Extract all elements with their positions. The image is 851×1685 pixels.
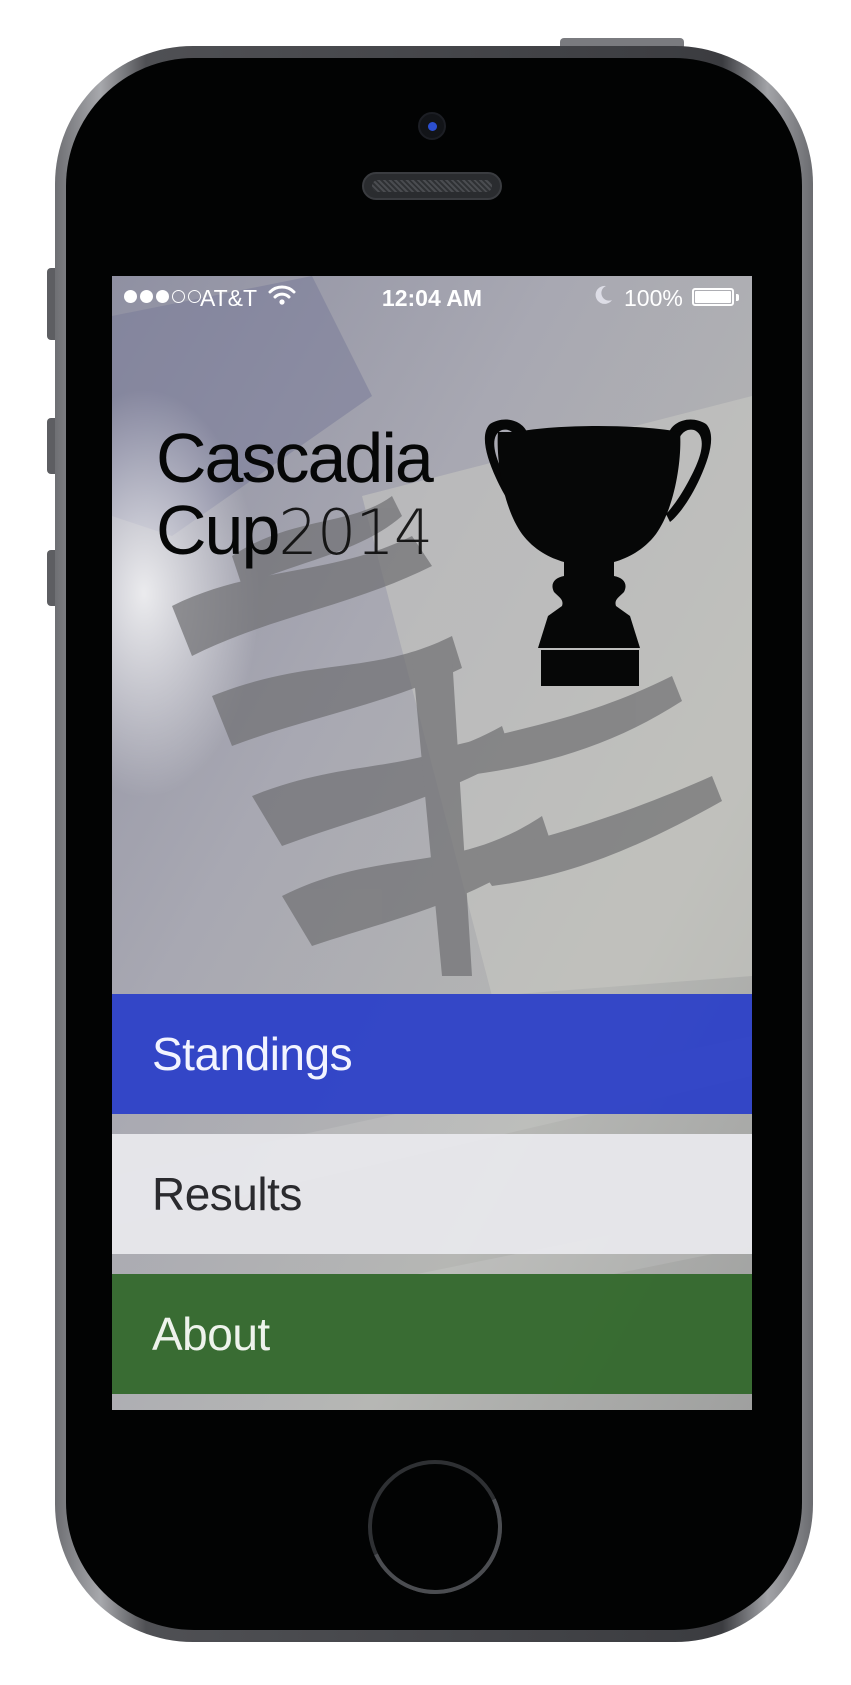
app-screen: AT&T 12:04 AM 100% Cascadia Cup2014 Stan…: [112, 276, 752, 1410]
device-frame: AT&T 12:04 AM 100% Cascadia Cup2014 Stan…: [0, 0, 851, 1685]
logo-cup: Cup: [156, 491, 280, 569]
app-logo: Cascadia Cup2014: [156, 419, 434, 569]
front-camera: [418, 112, 446, 140]
results-menu-item[interactable]: Results: [112, 1134, 752, 1254]
battery-tip: [736, 294, 739, 301]
logo-year: 2014: [278, 496, 433, 569]
about-label: About: [152, 1308, 270, 1360]
logo-line-cascadia: Cascadia: [156, 419, 434, 497]
battery-icon: [692, 288, 734, 306]
status-bar: AT&T 12:04 AM 100%: [112, 276, 752, 316]
standings-label: Standings: [152, 1028, 353, 1080]
battery-level: [695, 291, 731, 303]
logo-line-cup: Cup2014: [156, 491, 433, 569]
standings-menu-item[interactable]: Standings: [112, 994, 752, 1114]
earpiece-speaker: [362, 172, 502, 200]
home-button[interactable]: [368, 1460, 502, 1594]
results-label: Results: [152, 1168, 302, 1220]
moon-icon: [595, 285, 612, 304]
trophy-icon: [484, 419, 712, 686]
battery-percent: 100%: [624, 285, 683, 311]
about-menu-item[interactable]: About: [112, 1274, 752, 1394]
